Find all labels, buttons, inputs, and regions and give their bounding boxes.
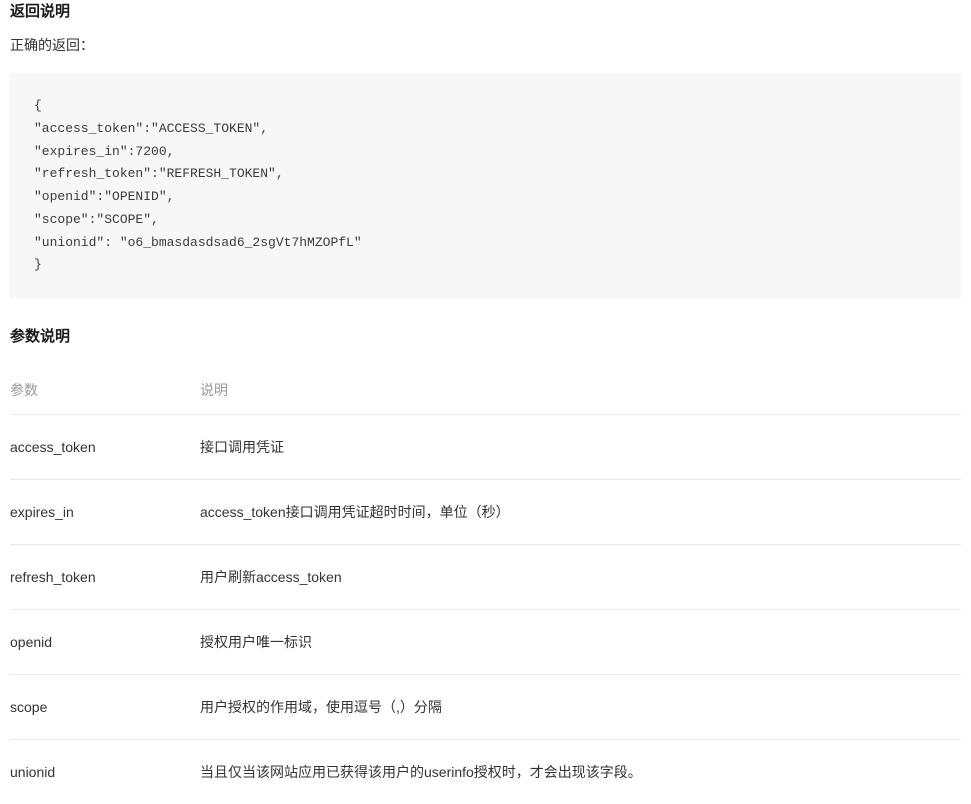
table-header-param: 参数 [10,366,200,415]
param-name-cell: openid [10,610,200,675]
param-desc-cell: 当且仅当该网站应用已获得该用户的userinfo授权时，才会出现该字段。 [200,740,961,804]
params-description-title: 参数说明 [10,325,961,346]
param-name-cell: unionid [10,740,200,804]
param-name-cell: scope [10,675,200,740]
param-desc-cell: 用户刷新access_token [200,545,961,610]
table-row: openid授权用户唯一标识 [10,610,961,675]
table-row: refresh_token用户刷新access_token [10,545,961,610]
table-header-desc: 说明 [200,366,961,415]
params-table: 参数 说明 access_token接口调用凭证expires_inaccess… [10,366,961,804]
code-block: { "access_token":"ACCESS_TOKEN", "expire… [10,73,961,299]
return-description-title: 返回说明 [10,0,961,21]
table-row: expires_inaccess_token接口调用凭证超时时间，单位（秒） [10,480,961,545]
param-desc-cell: 授权用户唯一标识 [200,610,961,675]
param-desc-cell: 用户授权的作用域，使用逗号（,）分隔 [200,675,961,740]
param-name-cell: refresh_token [10,545,200,610]
correct-return-label: 正确的返回： [10,35,961,55]
table-row: access_token接口调用凭证 [10,415,961,480]
param-desc-cell: 接口调用凭证 [200,415,961,480]
param-name-cell: access_token [10,415,200,480]
param-desc-cell: access_token接口调用凭证超时时间，单位（秒） [200,480,961,545]
table-row: unionid当且仅当该网站应用已获得该用户的userinfo授权时，才会出现该… [10,740,961,804]
param-name-cell: expires_in [10,480,200,545]
table-row: scope用户授权的作用域，使用逗号（,）分隔 [10,675,961,740]
